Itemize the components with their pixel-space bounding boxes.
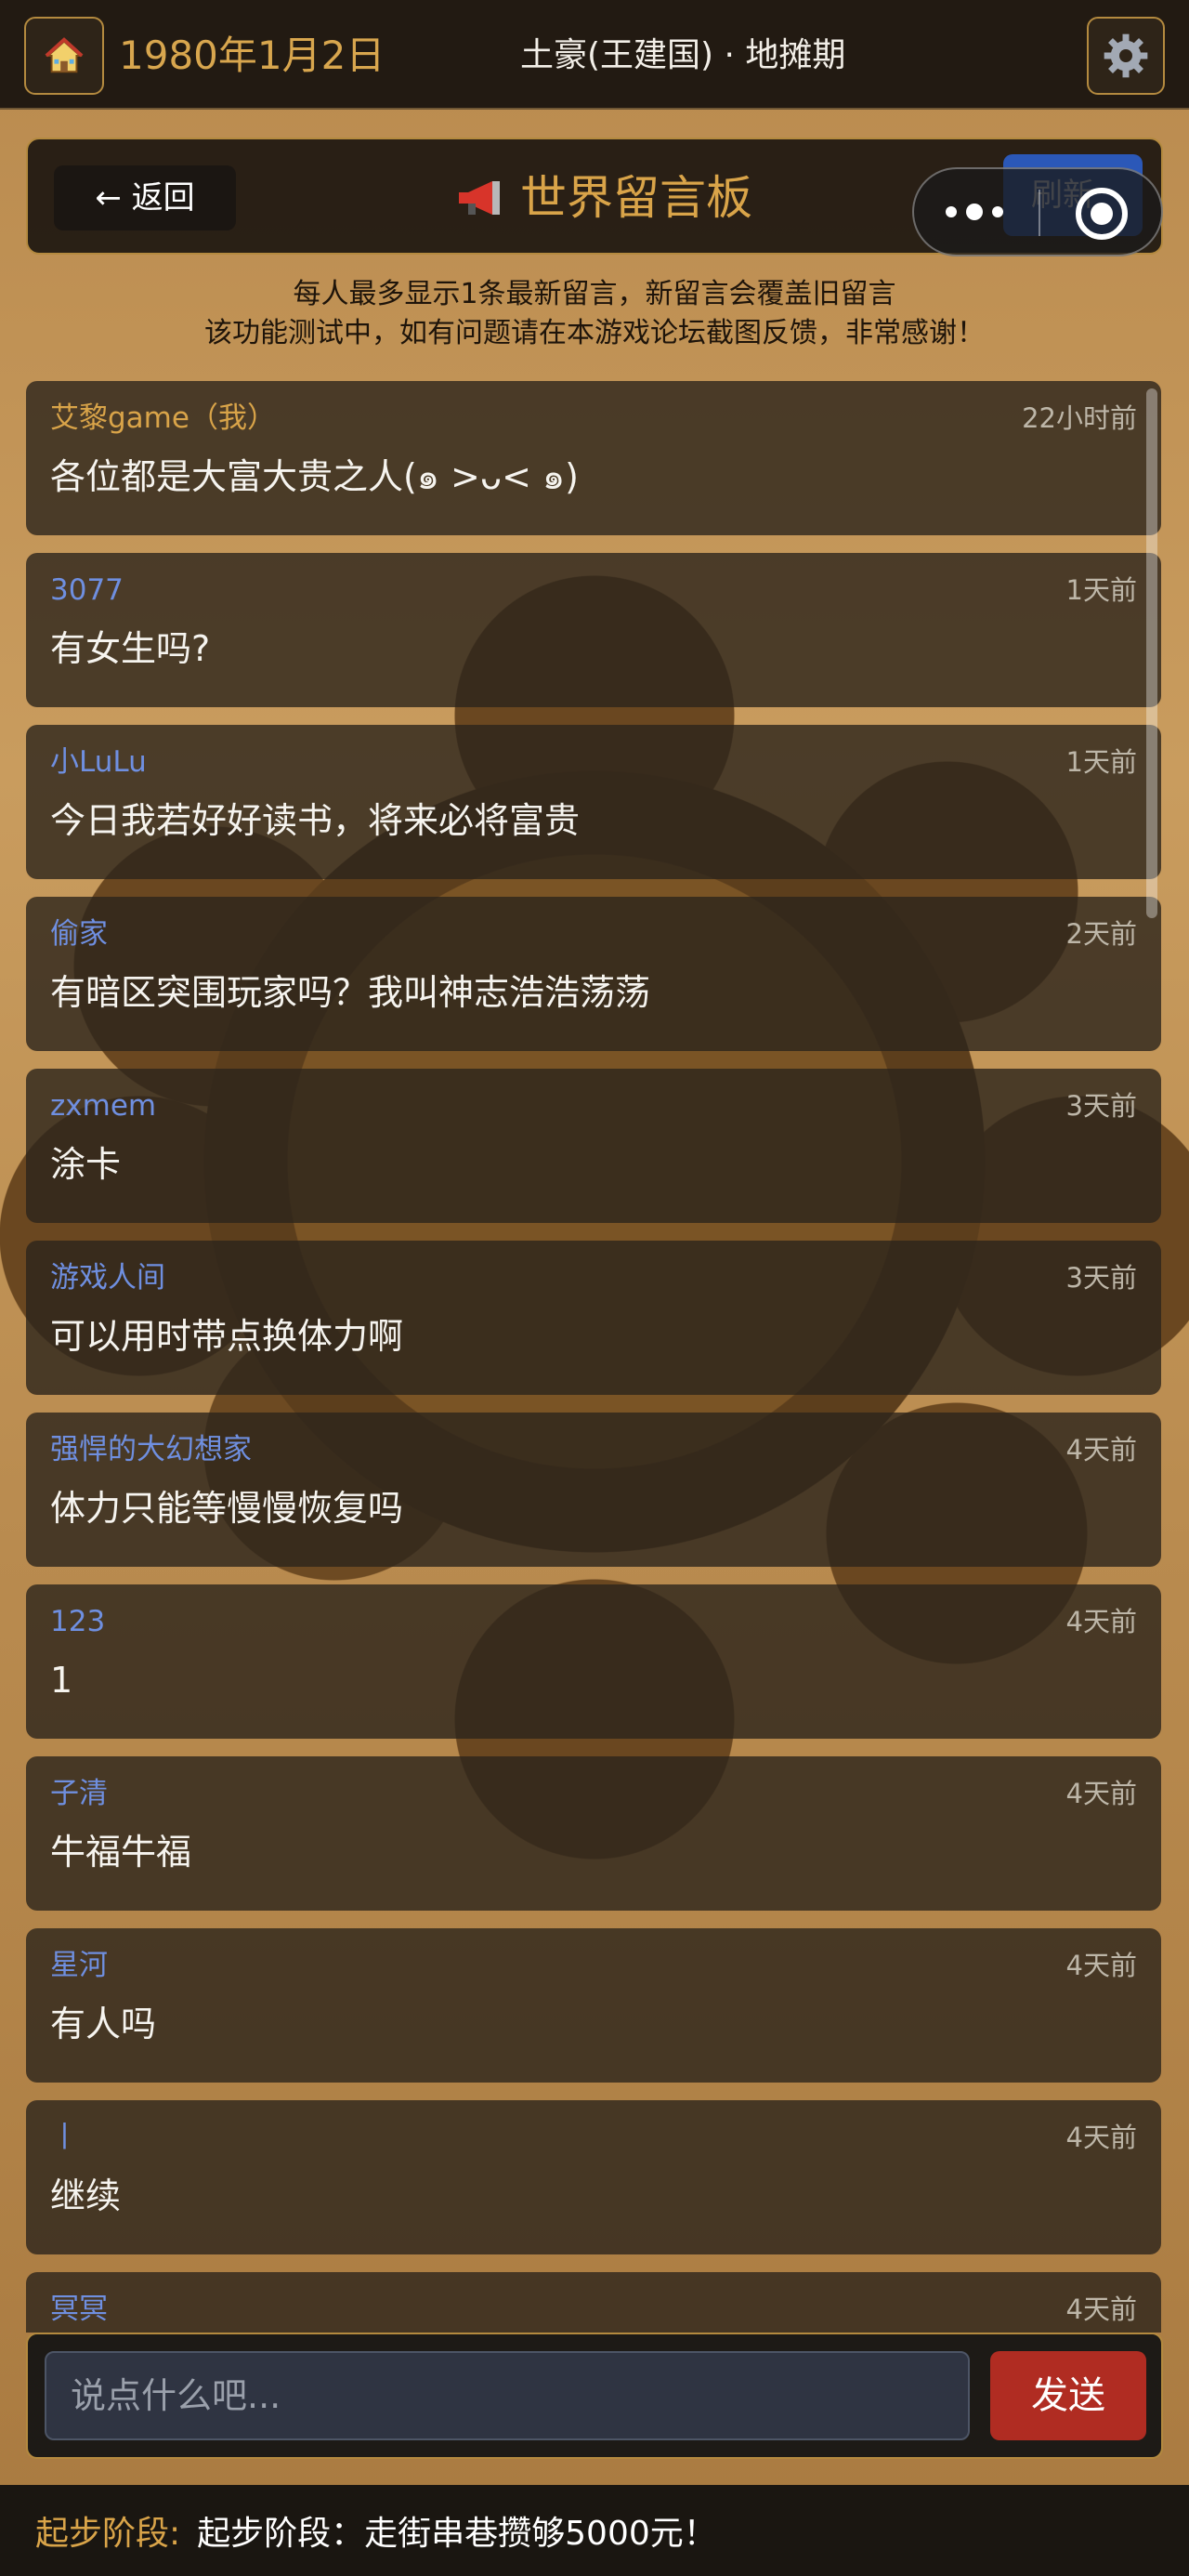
mini-program-capsule — [912, 167, 1163, 256]
message-item: 3077 1天前 有女生吗? — [26, 553, 1161, 707]
message-text: 有女生吗? — [50, 628, 211, 669]
stage-status-bar: 起步阶段: 起步阶段：走街串巷攒够5000元！ — [0, 2485, 1189, 2576]
message-item: 艾黎game（我） 22小时前 各位都是大富大贵之人(๑ >ᴗ< ๑) — [26, 381, 1161, 535]
message-item: 123 4天前 1 — [26, 1584, 1161, 1739]
game-date: 1980年1月2日 — [119, 33, 385, 78]
message-author[interactable]: 艾黎game（我） — [50, 400, 276, 437]
message-time: 4天前 — [1065, 1950, 1137, 1981]
message-item: 子清 4天前 牛福牛福 — [26, 1756, 1161, 1911]
message-text: 有暗区突围玩家吗？我叫神志浩浩荡荡 — [50, 972, 651, 1013]
message-author[interactable]: 3077 — [50, 572, 124, 609]
message-time: 4天前 — [1065, 1606, 1137, 1637]
message-time: 22小时前 — [1022, 402, 1137, 434]
message-time: 1天前 — [1065, 746, 1137, 778]
board-title-text: 世界留言板 — [520, 171, 752, 225]
gear-icon — [1104, 33, 1148, 78]
message-time: 2天前 — [1065, 918, 1137, 950]
megaphone-icon — [459, 181, 500, 215]
message-input[interactable] — [45, 2351, 970, 2440]
notice-line-2: 该功能测试中，如有问题请在本游戏论坛截图反馈，非常感谢！ — [204, 317, 985, 349]
stage-goal: 起步阶段：走街串巷攒够5000元！ — [197, 2515, 717, 2553]
home-button[interactable] — [24, 17, 104, 95]
stage-label: 起步阶段: — [35, 2515, 181, 2553]
message-time: 4天前 — [1065, 2293, 1137, 2325]
composer: 发送 — [26, 2333, 1163, 2459]
message-text: 牛福牛福 — [50, 1832, 192, 1873]
message-text: 体力只能等慢慢恢复吗 — [50, 1488, 404, 1529]
top-bar: 1980年1月2日 土豪(王建国) · 地摊期 — [0, 0, 1189, 110]
message-author[interactable]: 偷家 — [50, 915, 108, 953]
message-text: 1 — [50, 1660, 73, 1701]
message-author[interactable]: zxmem — [50, 1087, 156, 1124]
message-text: 各位都是大富大贵之人(๑ >ᴗ< ๑) — [50, 456, 579, 497]
board-header: ← 返回 世界留言板 刷新 — [26, 138, 1163, 256]
message-time: 4天前 — [1065, 1778, 1137, 1809]
message-time: 4天前 — [1065, 1434, 1137, 1465]
more-icon[interactable] — [946, 193, 1029, 230]
message-author[interactable]: 冥冥 — [50, 2291, 108, 2328]
close-icon[interactable] — [1076, 188, 1128, 240]
message-item: 星河 4天前 有人吗 — [26, 1928, 1161, 2083]
message-time: 3天前 — [1065, 1090, 1137, 1122]
message-time: 1天前 — [1065, 574, 1137, 606]
message-author[interactable]: 星河 — [50, 1947, 108, 1984]
message-text: 继续 — [50, 2175, 122, 2216]
message-list-scrollbar[interactable] — [1146, 388, 1157, 918]
message-item: 冥冥 4天前 — [26, 2272, 1161, 2333]
message-text: 涂卡 — [50, 1144, 122, 1185]
back-button[interactable]: ← 返回 — [54, 165, 236, 230]
message-author[interactable]: 丨 — [50, 2119, 79, 2156]
settings-button[interactable] — [1087, 17, 1165, 95]
message-author[interactable]: 游戏人间 — [50, 1259, 165, 1296]
player-status: 土豪(王建国) · 地摊期 — [520, 36, 846, 74]
message-list[interactable]: 艾黎game（我） 22小时前 各位都是大富大贵之人(๑ >ᴗ< ๑) 3077… — [26, 381, 1163, 2333]
message-item: 偷家 2天前 有暗区突围玩家吗？我叫神志浩浩荡荡 — [26, 897, 1161, 1051]
capsule-divider — [1039, 190, 1040, 236]
message-author[interactable]: 子清 — [50, 1775, 108, 1812]
message-text: 有人吗 — [50, 2004, 157, 2044]
house-icon — [45, 37, 84, 73]
message-author[interactable]: 123 — [50, 1603, 105, 1640]
message-item: zxmem 3天前 涂卡 — [26, 1069, 1161, 1223]
message-time: 3天前 — [1065, 1262, 1137, 1294]
message-item: 丨 4天前 继续 — [26, 2100, 1161, 2254]
message-item: 强悍的大幻想家 4天前 体力只能等慢慢恢复吗 — [26, 1413, 1161, 1567]
message-author[interactable]: 强悍的大幻想家 — [50, 1431, 252, 1468]
message-item: 游戏人间 3天前 可以用时带点换体力啊 — [26, 1241, 1161, 1395]
send-button[interactable]: 发送 — [990, 2351, 1146, 2440]
message-author[interactable]: 小LuLu — [50, 743, 147, 781]
board-notice: 每人最多显示1条最新留言，新留言会覆盖旧留言 该功能测试中，如有问题请在本游戏论… — [0, 275, 1189, 353]
message-item: 小LuLu 1天前 今日我若好好读书，将来必将富贵 — [26, 725, 1161, 879]
message-text: 可以用时带点换体力啊 — [50, 1316, 404, 1357]
message-text: 今日我若好好读书，将来必将富贵 — [50, 800, 581, 841]
message-time: 4天前 — [1065, 2122, 1137, 2153]
notice-line-1: 每人最多显示1条最新留言，新留言会覆盖旧留言 — [293, 278, 896, 310]
board-title: 世界留言板 — [455, 165, 752, 230]
